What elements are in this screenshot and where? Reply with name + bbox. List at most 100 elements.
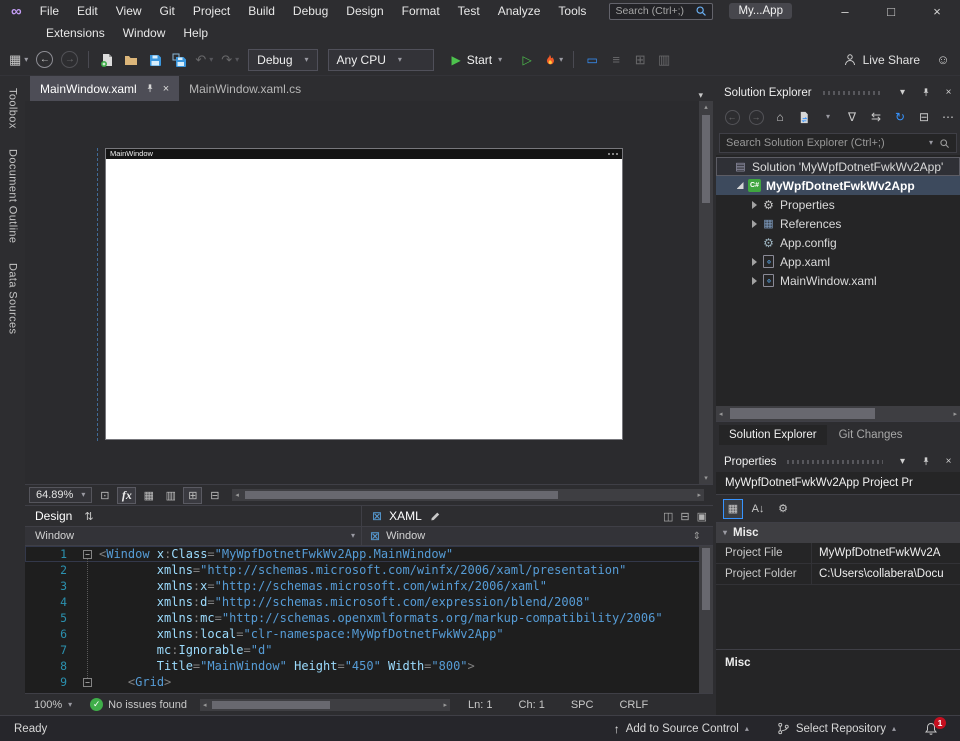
design-window-preview[interactable]: MainWindow	[105, 148, 623, 440]
align-centers-icon[interactable]: ⊞	[629, 48, 651, 72]
close-panel-icon[interactable]: ×	[940, 84, 957, 101]
code-line-8[interactable]: 8 Title="MainWindow" Height="450" Width=…	[25, 658, 713, 674]
menu-analyze[interactable]: Analyze	[489, 1, 550, 21]
fold-marker[interactable]: −	[77, 546, 99, 562]
solution-explorer-horizontal-scrollbar[interactable]: ◂ ▸	[716, 406, 960, 421]
close-tab-icon[interactable]: ×	[163, 83, 169, 95]
scrollbar-thumb[interactable]	[730, 408, 875, 419]
filter-icon[interactable]: ∇	[844, 110, 860, 124]
xaml-breadcrumb[interactable]: ⊠ Window ⇕	[361, 527, 713, 545]
chevron-collapsed-icon[interactable]	[748, 277, 760, 285]
swap-panes-icon[interactable]: ⇅	[84, 510, 93, 523]
properties-object-name[interactable]: MyWpfDotnetFwkWv2App Project Pr	[716, 472, 960, 495]
solution-search-input[interactable]: Search Solution Explorer (Ctrl+;) ▾	[719, 133, 957, 153]
menu-edit[interactable]: Edit	[68, 1, 107, 21]
tree-item-mainwindow-xaml[interactable]: ‹›MainWindow.xaml	[716, 271, 960, 290]
designer-zoom-dropdown[interactable]: 64.89%▾	[29, 487, 92, 503]
live-share-button[interactable]: Live Share	[833, 53, 930, 67]
editor-zoom-dropdown[interactable]: 100%▾	[25, 699, 81, 711]
editor-horizontal-scrollbar[interactable]: ◂ ▸	[200, 699, 450, 711]
panel-grip[interactable]	[787, 460, 883, 464]
navigate-forward-icon[interactable]: →	[58, 48, 81, 72]
tree-item-mywpfdotnetfwkwv2app[interactable]: C#MyWpfDotnetFwkWv2App	[716, 176, 960, 195]
scrollbar-thumb[interactable]	[702, 115, 710, 203]
menu-git[interactable]: Git	[151, 1, 184, 21]
save-all-icon[interactable]	[168, 48, 190, 72]
collapse-all-icon[interactable]: ⊟	[916, 110, 932, 124]
scroll-left-icon[interactable]: ◂	[203, 701, 207, 709]
panel-grip[interactable]	[823, 91, 883, 95]
menu-window[interactable]: Window	[114, 23, 175, 43]
code-line-3[interactable]: 3 xmlns:x="http://schemas.microsoft.com/…	[25, 578, 713, 594]
menu-debug[interactable]: Debug	[284, 1, 337, 21]
menu-test[interactable]: Test	[449, 1, 489, 21]
pin-icon[interactable]	[145, 83, 155, 94]
navigate-backward-icon[interactable]: ←	[33, 48, 56, 72]
code-line-9[interactable]: 9− <Grid>	[25, 674, 713, 690]
save-icon[interactable]	[144, 48, 166, 72]
menu-design[interactable]: Design	[337, 1, 392, 21]
search-box[interactable]: Search (Ctrl+;)	[609, 3, 713, 20]
tab-mainwindow-xaml[interactable]: MainWindow.xaml ×	[30, 76, 179, 101]
more-commands-icon[interactable]: ⋯	[940, 110, 956, 124]
tree-item-solution-mywpfdotnetfwkwv2app[interactable]: ▤Solution 'MyWpfDotnetFwkWv2App'	[716, 157, 960, 176]
notifications-button[interactable]: 1	[924, 722, 938, 736]
side-tab-toolbox[interactable]: Toolbox	[7, 88, 19, 129]
scrollbar-thumb[interactable]	[212, 701, 330, 709]
side-tab-data-sources[interactable]: Data Sources	[7, 263, 19, 334]
alphabetical-sort-icon[interactable]: A↓	[748, 499, 768, 519]
code-line-2[interactable]: 2 xmlns="http://schemas.microsoft.com/wi…	[25, 562, 713, 578]
property-row-project-folder[interactable]: Project FolderC:\Users\collabera\Docu	[716, 564, 960, 585]
target-browser-icon[interactable]: ▭	[581, 48, 603, 72]
design-pane-label[interactable]: Design	[35, 509, 72, 523]
snap-to-grid-icon[interactable]: ▥	[161, 487, 180, 504]
close-panel-icon[interactable]: ×	[940, 453, 957, 470]
snap-to-snaplines-icon[interactable]: ⊟	[205, 487, 224, 504]
navigate-back-icon[interactable]: ←	[724, 110, 740, 125]
sync-with-active-document-icon[interactable]	[796, 111, 812, 124]
show-snaplines-icon[interactable]: ⊞	[183, 487, 202, 504]
zoom-to-fit-icon[interactable]: ⊡	[95, 487, 114, 504]
document-list-chevron-icon[interactable]: ▾	[688, 90, 713, 101]
pin-icon[interactable]	[917, 84, 934, 101]
menu-view[interactable]: View	[107, 1, 151, 21]
indent-indicator[interactable]: SPC	[558, 699, 607, 711]
scroll-left-icon[interactable]: ◂	[719, 410, 723, 418]
align-lefts-icon[interactable]: ≡	[605, 48, 627, 72]
code-line-6[interactable]: 6 xmlns:local="clr-namespace:MyWpfDotnet…	[25, 626, 713, 642]
issues-status[interactable]: No issues found	[108, 699, 187, 711]
xaml-pane-label[interactable]: XAML	[389, 509, 422, 523]
open-file-icon[interactable]	[120, 48, 142, 72]
designer-horizontal-scrollbar[interactable]: ◂ ▸	[232, 489, 704, 501]
new-project-icon[interactable]	[96, 48, 118, 72]
navigate-forward-icon[interactable]: →	[748, 110, 764, 125]
vertical-split-icon[interactable]: ◫	[663, 510, 673, 523]
home-icon[interactable]: ⌂	[772, 110, 788, 124]
fold-box-icon[interactable]: −	[83, 678, 92, 687]
tab-mainwindow-xaml-cs[interactable]: MainWindow.xaml.cs	[179, 76, 311, 101]
category-misc-row[interactable]: ▾ Misc	[716, 523, 960, 543]
menu-build[interactable]: Build	[239, 1, 284, 21]
horizontal-split-icon[interactable]: ⊟	[680, 510, 689, 523]
panel-menu-icon[interactable]: ▾	[894, 84, 911, 101]
refresh-icon[interactable]: ↻	[892, 110, 908, 124]
fold-box-icon[interactable]: −	[83, 550, 92, 559]
design-breadcrumb[interactable]: Window ▾	[25, 530, 361, 542]
send-feedback-icon[interactable]: ☺	[932, 48, 954, 72]
property-value[interactable]: MyWpfDotnetFwkWv2A	[812, 543, 960, 563]
tree-item-properties[interactable]: ⚙Properties	[716, 195, 960, 214]
redo-icon[interactable]: ↷▾	[218, 48, 242, 72]
menu-tools[interactable]: Tools	[549, 1, 595, 21]
menu-help[interactable]: Help	[174, 23, 217, 43]
search-options-icon[interactable]: ▾	[929, 139, 933, 147]
start-debugging-button[interactable]: ▶Start▾	[443, 48, 512, 72]
hot-reload-icon[interactable]: ▾	[540, 48, 566, 72]
side-tab-document-outline[interactable]: Document Outline	[7, 149, 19, 243]
add-to-source-control-button[interactable]: ↑ Add to Source Control ▴	[614, 722, 749, 736]
solution-configuration-dropdown[interactable]: Debug▾	[248, 49, 317, 71]
undo-icon[interactable]: ↶▾	[192, 48, 216, 72]
xaml-designer-surface[interactable]: MainWindow ▴ ▾	[25, 101, 713, 484]
editor-splitter-icon[interactable]: ⇕	[689, 531, 705, 542]
code-line-1[interactable]: 1−<Window x:Class="MyWpfDotnetFwkWv2App.…	[25, 546, 713, 562]
scroll-left-icon[interactable]: ◂	[235, 491, 239, 499]
